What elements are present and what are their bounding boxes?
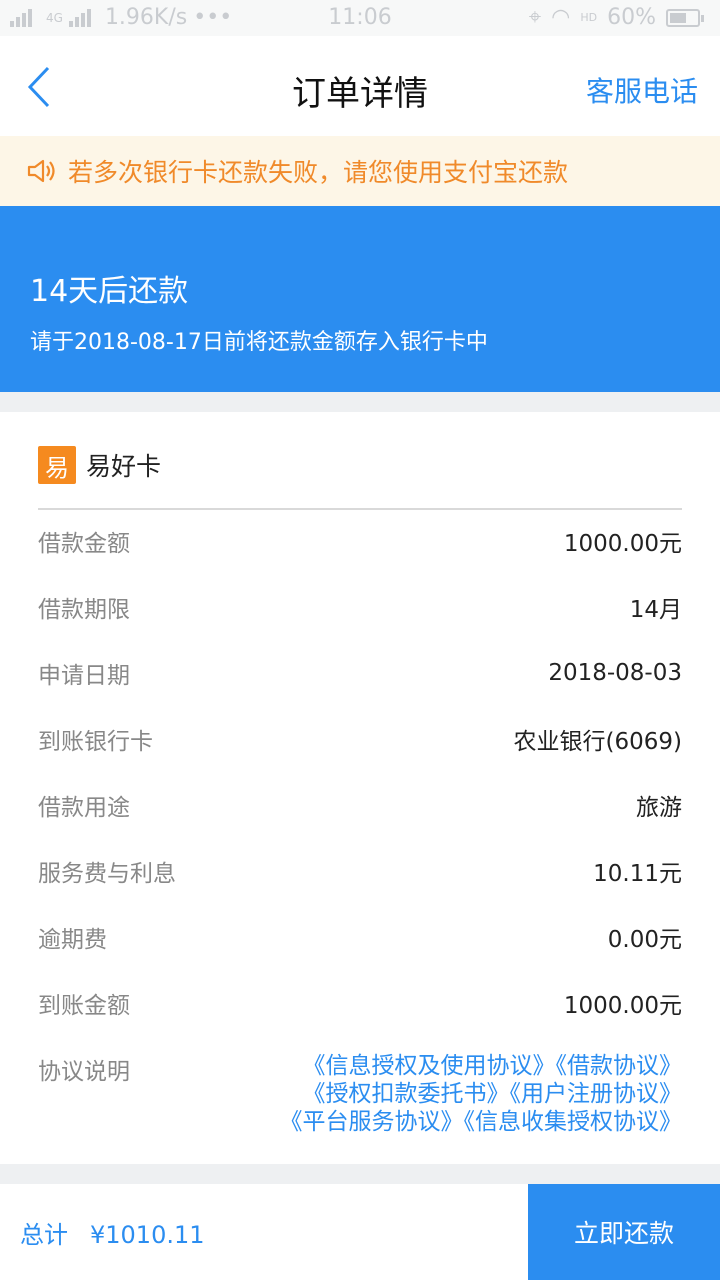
total-amount: ¥1010.11 <box>90 1221 205 1249</box>
detail-value: 1000.00元 <box>563 993 682 1019</box>
detail-row-loan-term: 借款期限 14月 <box>38 574 682 640</box>
detail-row-fee-interest: 服务费与利息 10.11元 <box>38 838 682 904</box>
detail-row-bank-card: 到账银行卡 农业银行(6069) <box>38 706 682 772</box>
customer-service-link[interactable]: 客服电话 <box>586 70 698 110</box>
detail-value: 2018-08-03 <box>548 660 682 686</box>
brand-name: 易好卡 <box>86 452 162 481</box>
detail-row-purpose: 借款用途 旅游 <box>38 772 682 838</box>
total-label: 总计 <box>20 1221 68 1249</box>
battery-percent: 60% <box>607 5 656 30</box>
detail-label: 服务费与利息 <box>38 861 176 887</box>
nav-bar: 订单详情 客服电话 <box>0 36 720 136</box>
notice-bar: 若多次银行卡还款失败，请您使用支付宝还款 <box>0 136 720 206</box>
detail-row-apply-date: 申请日期 2018-08-03 <box>38 640 682 706</box>
detail-label: 到账金额 <box>38 993 130 1019</box>
agreement-label: 协议说明 <box>38 1059 130 1085</box>
agreement-link-debit-auth[interactable]: 《授权扣款委托书》 <box>303 1081 510 1107</box>
hd-label: HD <box>580 11 598 24</box>
detail-list: 借款金额 1000.00元 借款期限 14月 申请日期 2018-08-03 到账银行… <box>38 508 682 1036</box>
battery-icon <box>666 8 704 27</box>
brand-logo: 易 <box>38 446 76 484</box>
agreement-link-info-auth[interactable]: 《信息授权及使用协议》 <box>303 1053 556 1079</box>
status-right: ⌖ ◠ HD 60% <box>528 5 704 30</box>
speaker-icon <box>27 159 55 183</box>
agreement-link-info-collect[interactable]: 《信息收集授权协议》 <box>464 1109 683 1135</box>
detail-label: 到账银行卡 <box>38 729 153 755</box>
location-icon: ⌖ <box>528 5 542 30</box>
agreement-section: 协议说明 《信息授权及使用协议》《借款协议》 《授权扣款委托书》《用户注册协议》… <box>38 1052 682 1136</box>
repayment-deadline: 请于2018-08-17日前将还款金额存入银行卡中 <box>30 330 488 355</box>
detail-label: 逾期费 <box>38 927 107 953</box>
detail-label: 借款金额 <box>38 531 130 557</box>
status-bar: 4G 1.96K/s ••• 11:06 ⌖ ◠ HD 60% <box>0 0 720 36</box>
detail-value: 14月 <box>629 597 682 623</box>
detail-value: 农业银行(6069) <box>513 729 682 755</box>
lender-brand: 易 易好卡 <box>38 446 161 484</box>
repayment-banner: 14天后还款 请于2018-08-17日前将还款金额存入银行卡中 <box>0 206 720 392</box>
detail-row-loan-amount: 借款金额 1000.00元 <box>38 508 682 574</box>
repayment-countdown: 14天后还款 <box>30 274 189 309</box>
repay-now-button[interactable]: 立即还款 <box>528 1184 720 1280</box>
order-detail-card: 易 易好卡 借款金额 1000.00元 借款期限 14月 申请日期 2018-08-0… <box>0 412 720 1164</box>
detail-value: 10.11元 <box>593 861 682 887</box>
detail-value: 0.00元 <box>607 927 682 953</box>
bottom-bar: 总计 ¥1010.11 立即还款 <box>0 1184 720 1280</box>
battery-fill <box>670 12 686 23</box>
detail-row-overdue-fee: 逾期费 0.00元 <box>38 904 682 970</box>
detail-row-received-amount: 到账金额 1000.00元 <box>38 970 682 1036</box>
agreement-link-platform-service[interactable]: 《平台服务协议》 <box>280 1109 464 1135</box>
wifi-icon: ◠ <box>551 5 571 30</box>
detail-value: 旅游 <box>636 795 682 821</box>
detail-label: 申请日期 <box>38 663 130 689</box>
detail-value: 1000.00元 <box>563 531 682 557</box>
detail-label: 借款用途 <box>38 795 130 821</box>
agreement-link-loan[interactable]: 《借款协议》 <box>556 1053 683 1079</box>
detail-label: 借款期限 <box>38 597 130 623</box>
total-summary: 总计 ¥1010.11 <box>20 1215 227 1250</box>
agreement-link-user-register[interactable]: 《用户注册协议》 <box>510 1081 683 1107</box>
notice-text: 若多次银行卡还款失败，请您使用支付宝还款 <box>68 158 569 187</box>
agreement-links: 《信息授权及使用协议》《借款协议》 《授权扣款委托书》《用户注册协议》 《平台服… <box>280 1052 683 1136</box>
